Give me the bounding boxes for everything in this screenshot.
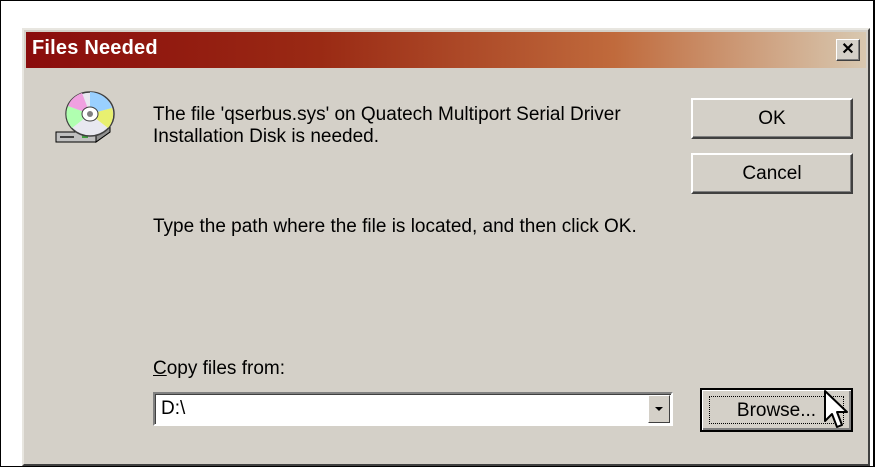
dropdown-arrow-button[interactable] [648, 395, 670, 423]
mouse-pointer-icon [824, 390, 848, 428]
chevron-down-icon [655, 407, 663, 411]
path-instruction-text: Type the path where the file is located,… [153, 216, 637, 237]
ok-button[interactable]: OK [691, 98, 853, 139]
copy-path-value[interactable]: D:\ [161, 398, 185, 420]
screenshot-frame: Files Needed ✕ The file 'qserbus.sys' on… [0, 0, 875, 467]
cd-drive-icon [55, 91, 115, 143]
copy-files-from-label: Copy files from: [153, 358, 285, 380]
copy-label-text: opy files from: [166, 358, 285, 379]
close-button[interactable]: ✕ [836, 39, 860, 61]
copy-label-mnemonic: C [153, 358, 167, 379]
browse-label: Browse... [736, 400, 817, 421]
close-icon: ✕ [841, 41, 855, 58]
title-bar[interactable]: Files Needed ✕ [26, 32, 866, 68]
files-needed-dialog: Files Needed ✕ The file 'qserbus.sys' on… [22, 28, 870, 466]
needed-file-message: The file 'qserbus.sys' on Quatech Multip… [153, 104, 621, 147]
cancel-button[interactable]: Cancel [691, 153, 853, 194]
window-title: Files Needed [32, 37, 158, 59]
copy-files-from-combobox[interactable]: D:\ [153, 392, 673, 426]
